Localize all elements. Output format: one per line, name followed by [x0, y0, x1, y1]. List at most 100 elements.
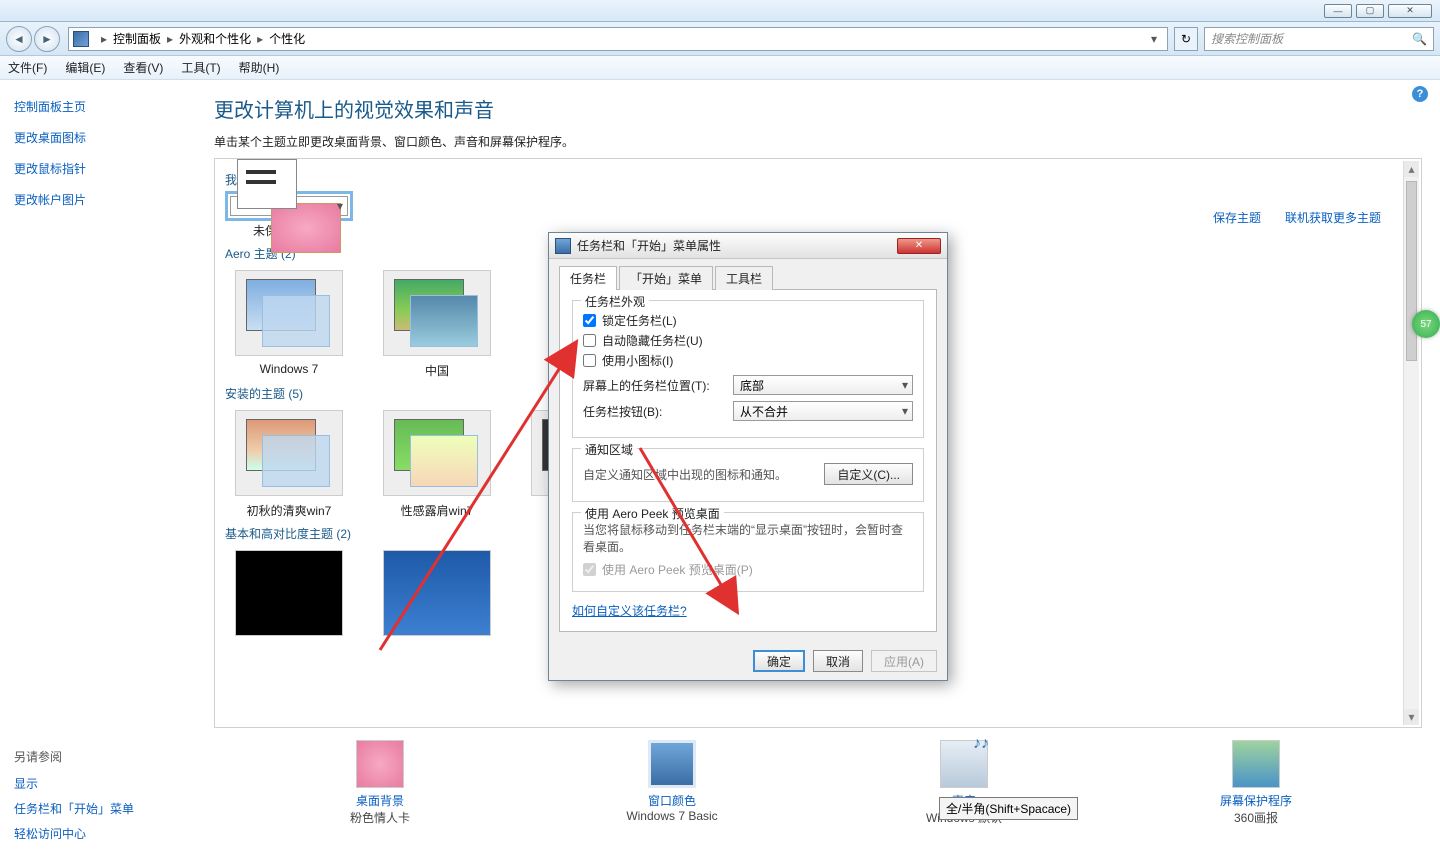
checkbox-autohide-taskbar[interactable]: 自动隐藏任务栏(U)	[583, 332, 913, 349]
theme-tile[interactable]	[373, 550, 501, 642]
ok-button[interactable]: 确定	[753, 650, 805, 672]
shortcut-window-color[interactable]: 窗口颜色 Windows 7 Basic	[572, 740, 772, 826]
scroll-down-icon[interactable]: ▾	[1404, 709, 1419, 725]
close-icon: ✕	[1406, 5, 1414, 16]
theme-thumb	[235, 550, 343, 636]
address-bar[interactable]: ▸ 控制面板 ▸ 外观和个性化 ▸ 个性化 ▾	[68, 27, 1168, 51]
notification-text: 自定义通知区域中出现的图标和通知。	[583, 466, 824, 483]
theme-tile[interactable]: 性感露肩win7	[373, 410, 501, 519]
theme-tile[interactable]: 未保存的主题	[225, 196, 353, 239]
arrow-right-icon: ►	[41, 32, 53, 46]
nav-forward-button[interactable]: ►	[34, 26, 60, 52]
get-more-themes-link[interactable]: 联机获取更多主题	[1285, 209, 1381, 226]
scrollbar[interactable]: ▴ ▾	[1403, 161, 1419, 725]
sidebar-link-account-picture[interactable]: 更改帐户图片	[14, 191, 186, 208]
window-close-button[interactable]: ✕	[1388, 4, 1432, 18]
shortcut-value: 粉色情人卡	[280, 809, 480, 826]
shortcut-title: 桌面背景	[280, 792, 480, 809]
label-taskbar-position: 屏幕上的任务栏位置(T):	[583, 377, 733, 394]
menu-tools[interactable]: 工具(T)	[181, 59, 220, 76]
minimize-icon: —	[1334, 6, 1343, 16]
theme-tile[interactable]: 初秋的清爽win7	[225, 410, 353, 519]
theme-thumb	[235, 410, 343, 496]
sidebar-link-mouse-pointer[interactable]: 更改鼠标指针	[14, 160, 186, 177]
seealso-ease-of-access[interactable]: 轻松访问中心	[14, 825, 186, 842]
checkbox-label: 使用 Aero Peek 预览桌面(P)	[602, 561, 753, 578]
seealso-header: 另请参阅	[14, 748, 186, 765]
sidebar: 控制面板主页 更改桌面图标 更改鼠标指针 更改帐户图片 另请参阅 显示 任务栏和…	[0, 80, 200, 858]
menu-help[interactable]: 帮助(H)	[239, 59, 280, 76]
cancel-button[interactable]: 取消	[813, 650, 863, 672]
group-aero-peek: 使用 Aero Peek 预览桌面	[581, 505, 724, 522]
checkbox-aero-peek: 使用 Aero Peek 预览桌面(P)	[583, 561, 913, 578]
help-icon[interactable]: ?	[1412, 86, 1428, 102]
tab-start-menu[interactable]: 「开始」菜单	[619, 266, 713, 290]
tab-toolbars[interactable]: 工具栏	[715, 266, 773, 290]
theme-thumb	[235, 270, 343, 356]
seealso-taskbar[interactable]: 任务栏和「开始」菜单	[14, 800, 186, 817]
theme-thumb	[230, 196, 348, 216]
sound-icon	[940, 740, 988, 788]
shortcut-title: 窗口颜色	[572, 792, 772, 809]
shortcut-screensaver[interactable]: 屏幕保护程序 360画报	[1156, 740, 1356, 826]
theme-name: 性感露肩win7	[373, 502, 501, 519]
dialog-title: 任务栏和「开始」菜单属性	[577, 237, 721, 254]
refresh-button[interactable]: ↻	[1174, 27, 1198, 51]
window-minimize-button[interactable]: —	[1324, 4, 1352, 18]
tab-taskbar[interactable]: 任务栏	[559, 266, 617, 290]
address-dropdown[interactable]: ▾	[1145, 32, 1163, 46]
arrow-left-icon: ◄	[13, 32, 25, 46]
menu-view[interactable]: 查看(V)	[123, 59, 163, 76]
select-taskbar-position[interactable]: 底部	[733, 375, 913, 395]
page-title: 更改计算机上的视觉效果和声音	[214, 94, 1422, 123]
breadcrumb[interactable]: 个性化	[269, 30, 305, 47]
theme-name: 初秋的清爽win7	[225, 502, 353, 519]
group-notification: 通知区域	[581, 441, 637, 458]
checkbox-small-icons[interactable]: 使用小图标(I)	[583, 352, 913, 369]
theme-tile[interactable]: 中国	[373, 270, 501, 379]
checkbox-input[interactable]	[583, 334, 596, 347]
breadcrumb[interactable]: 外观和个性化	[179, 30, 251, 47]
maximize-icon: ▢	[1366, 5, 1375, 16]
scroll-up-icon[interactable]: ▴	[1404, 161, 1419, 177]
shortcut-desktop-background[interactable]: 桌面背景 粉色情人卡	[280, 740, 480, 826]
theme-name: 中国	[373, 362, 501, 379]
group-appearance: 任务栏外观	[581, 293, 649, 310]
dialog-close-button[interactable]: ✕	[897, 238, 941, 254]
window-color-icon	[648, 740, 696, 788]
nav-back-button[interactable]: ◄	[6, 26, 32, 52]
sidebar-link-home[interactable]: 控制面板主页	[14, 98, 186, 115]
chevron-right-icon: ▸	[257, 32, 263, 46]
search-input[interactable]: 搜索控制面板 🔍	[1204, 27, 1434, 51]
checkbox-label: 使用小图标(I)	[602, 352, 673, 369]
window-maximize-button[interactable]: ▢	[1356, 4, 1384, 18]
save-theme-link[interactable]: 保存主题	[1213, 209, 1261, 226]
select-value: 底部	[740, 377, 764, 394]
section-my-themes: 我的主题 (1)	[225, 171, 1411, 188]
badge-icon[interactable]: 57	[1412, 310, 1440, 338]
checkbox-label: 锁定任务栏(L)	[602, 312, 677, 329]
theme-name: Windows 7	[225, 362, 353, 376]
select-taskbar-buttons[interactable]: 从不合并	[733, 401, 913, 421]
control-panel-icon	[73, 31, 89, 47]
theme-thumb	[383, 410, 491, 496]
checkbox-input[interactable]	[583, 354, 596, 367]
menu-file[interactable]: 文件(F)	[8, 59, 47, 76]
theme-thumb	[383, 550, 491, 636]
customize-button[interactable]: 自定义(C)...	[824, 463, 913, 485]
sidebar-link-desktop-icons[interactable]: 更改桌面图标	[14, 129, 186, 146]
breadcrumb[interactable]: 控制面板	[113, 30, 161, 47]
taskbar-properties-dialog: 任务栏和「开始」菜单属性 ✕ 任务栏 「开始」菜单 工具栏 任务栏外观 锁定任务…	[548, 232, 948, 681]
refresh-icon: ↻	[1181, 32, 1191, 46]
howto-link[interactable]: 如何自定义该任务栏?	[572, 602, 924, 619]
menu-edit[interactable]: 编辑(E)	[65, 59, 105, 76]
theme-tile[interactable]: Windows 7	[225, 270, 353, 376]
checkbox-lock-taskbar[interactable]: 锁定任务栏(L)	[583, 312, 913, 329]
theme-tile[interactable]	[225, 550, 353, 642]
seealso-display[interactable]: 显示	[14, 775, 186, 792]
checkbox-input[interactable]	[583, 314, 596, 327]
checkbox-input	[583, 563, 596, 576]
label-taskbar-buttons: 任务栏按钮(B):	[583, 403, 733, 420]
desktop-background-icon	[356, 740, 404, 788]
search-icon: 🔍	[1412, 32, 1427, 46]
